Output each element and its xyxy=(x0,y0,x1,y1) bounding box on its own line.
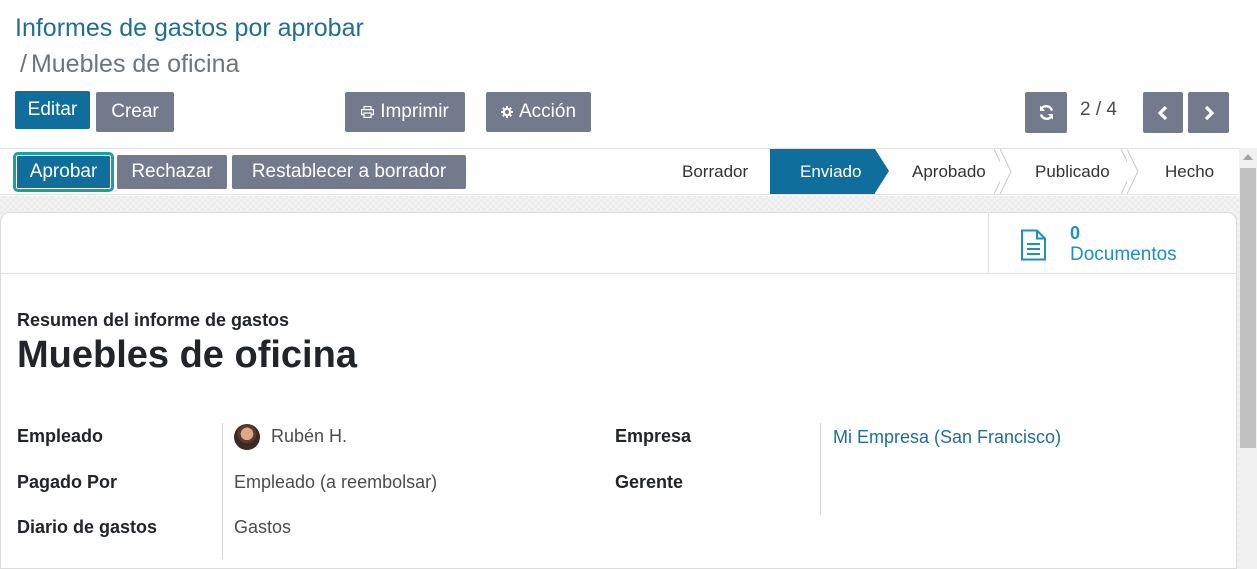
reject-button-label: Rechazar xyxy=(131,161,213,182)
expense-journal-value[interactable]: Gastos xyxy=(234,517,291,538)
pager-previous-button[interactable] xyxy=(1143,92,1183,133)
scrollbar-thumb[interactable] xyxy=(1240,168,1256,448)
paid-by-value[interactable]: Empleado (a reembolsar) xyxy=(234,472,437,493)
gear-icon xyxy=(500,106,513,118)
stage-borrador[interactable]: Borrador xyxy=(657,149,770,194)
form-title: Muebles de oficina xyxy=(17,334,357,376)
statusbar: Aprobar Rechazar Restablecer a borrador … xyxy=(0,148,1239,195)
refresh-button[interactable] xyxy=(1025,92,1067,133)
reset-to-draft-button[interactable]: Restablecer a borrador xyxy=(232,155,466,189)
edit-button-label: Editar xyxy=(27,99,78,120)
status-stages: Borrador Enviado Aprobado Publicado Hech… xyxy=(657,149,1239,194)
printer-icon xyxy=(361,106,375,118)
form-sheet: 0 Documentos Resumen del informe de gast… xyxy=(0,212,1237,569)
field-divider xyxy=(222,423,223,559)
stage-hecho[interactable]: Hecho xyxy=(1129,149,1239,194)
reject-button[interactable]: Rechazar xyxy=(117,155,227,189)
print-button[interactable]: Imprimir xyxy=(345,92,465,132)
employee-value[interactable]: Rubén H. xyxy=(271,426,347,447)
pager-value[interactable]: 2 / 4 xyxy=(1080,99,1117,121)
stage-enviado[interactable]: Enviado xyxy=(770,149,889,194)
approve-button[interactable]: Aprobar xyxy=(13,152,114,192)
stage-arrow xyxy=(1127,149,1139,194)
vertical-scrollbar[interactable] xyxy=(1239,148,1257,569)
expense-journal-label: Diario de gastos xyxy=(17,517,158,537)
document-icon xyxy=(1020,229,1047,266)
stage-publicado[interactable]: Publicado xyxy=(1002,149,1139,194)
breadcrumb-current-label: Muebles de oficina xyxy=(30,50,240,78)
paid-by-label: Pagado Por xyxy=(17,472,118,492)
stage-label: Enviado xyxy=(800,161,862,181)
employee-label: Empleado xyxy=(17,426,104,446)
form-subtitle: Resumen del informe de gastos xyxy=(17,310,290,330)
documents-label: Documentos xyxy=(1070,244,1177,265)
pager-next-button[interactable] xyxy=(1188,92,1229,133)
stage-label: Publicado xyxy=(1035,161,1110,181)
manager-label: Gerente xyxy=(615,472,684,492)
stage-label: Aprobado xyxy=(912,161,986,181)
chevron-left-icon xyxy=(1157,105,1169,121)
create-button-label: Crear xyxy=(111,101,159,122)
company-value[interactable]: Mi Empresa (San Francisco) xyxy=(833,427,1061,448)
action-button[interactable]: Acción xyxy=(486,92,591,132)
breadcrumb-current: / Muebles de oficina xyxy=(15,48,615,80)
stage-arrow xyxy=(875,149,889,193)
stage-arrow xyxy=(1000,149,1012,194)
chevron-right-icon xyxy=(1203,105,1215,121)
breadcrumb-parent-link[interactable]: Informes de gastos por aprobar xyxy=(15,12,615,44)
scroll-up-arrow-icon[interactable] xyxy=(1243,154,1253,160)
approve-button-label: Aprobar xyxy=(29,161,98,182)
reset-to-draft-button-label: Restablecer a borrador xyxy=(251,161,447,182)
refresh-icon xyxy=(1038,104,1055,121)
stage-label: Hecho xyxy=(1165,161,1215,181)
action-button-label: Acción xyxy=(518,101,577,122)
stage-label: Borrador xyxy=(682,161,749,181)
create-button[interactable]: Crear xyxy=(96,92,174,132)
documents-count: 0 xyxy=(1070,223,1081,243)
print-button-label: Imprimir xyxy=(380,101,449,122)
smart-button-box: 0 Documentos xyxy=(1,213,1236,274)
edit-button[interactable]: Editar xyxy=(15,91,90,129)
documents-smart-button[interactable]: 0 Documentos xyxy=(988,213,1236,273)
avatar xyxy=(234,424,260,450)
company-label: Empresa xyxy=(615,426,692,446)
field-divider xyxy=(820,423,821,515)
stage-aprobado[interactable]: Aprobado xyxy=(875,149,1012,194)
breadcrumb-separator: / xyxy=(20,50,27,78)
breadcrumb: Informes de gastos por aprobar / Muebles … xyxy=(15,12,615,80)
